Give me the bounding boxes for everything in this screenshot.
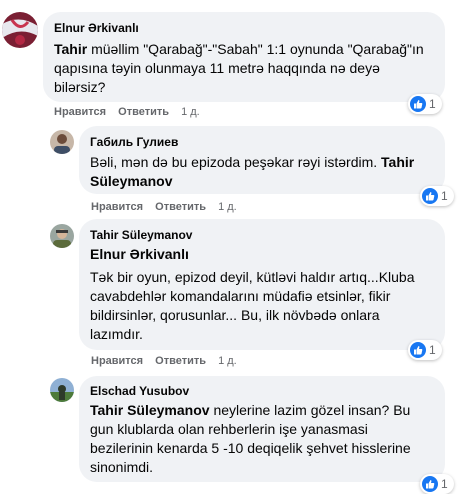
comment-bubble: Elnur Ərkivanlı Tahir müəllim "Qarabağ"-… <box>43 12 445 102</box>
comment-body: Bəli, mən də bu epizoda peşəkar rəyi ist… <box>90 154 382 170</box>
reply-button[interactable]: Ответить <box>155 355 206 367</box>
like-icon <box>422 476 438 492</box>
reaction-count: 1 <box>441 477 448 491</box>
avatar-image <box>50 224 74 248</box>
reply-button[interactable]: Ответить <box>155 201 206 213</box>
comment-text: Tahir Süleymanov neylerine lazim gözel i… <box>90 401 434 477</box>
like-icon <box>410 96 426 112</box>
reaction-count: 1 <box>441 189 448 203</box>
comment-bubble: Габиль Гулиев Bəli, mən də bu epizoda pe… <box>79 126 445 194</box>
like-icon <box>422 188 438 204</box>
timestamp[interactable]: 1 д. <box>218 355 237 367</box>
avatar[interactable] <box>50 224 74 248</box>
comment-author[interactable]: Tahir Süleymanov <box>90 227 434 243</box>
avatar-image <box>50 130 74 154</box>
mention-link[interactable]: Tahir <box>54 41 87 57</box>
comment-author[interactable]: Elschad Yusubov <box>90 383 434 399</box>
comment-actions: Нравится Ответить 1 д. <box>91 200 246 214</box>
comment-actions: Нравится Ответить 1 д. <box>54 105 209 119</box>
reaction-count: 1 <box>429 97 436 111</box>
comment-author[interactable]: Габиль Гулиев <box>90 134 434 150</box>
comment-body: müəllim "Qarabağ"-"Sabah" 1:1 oynunda "Q… <box>54 41 424 95</box>
avatar[interactable] <box>2 12 38 48</box>
like-button[interactable]: Нравится <box>54 106 106 118</box>
avatar-image <box>2 12 38 48</box>
comment-bubble: Tahir Süleymanov Elnur Ərkivanlı Tək bir… <box>79 219 445 350</box>
like-icon <box>410 342 426 358</box>
mention-link[interactable]: Elnur Ərkivanlı <box>90 245 434 264</box>
reaction-count: 1 <box>429 343 436 357</box>
reply-button[interactable]: Ответить <box>118 106 169 118</box>
comment-text: Tahir müəllim "Qarabağ"-"Sabah" 1:1 oynu… <box>54 40 434 97</box>
comment-actions: Нравится Ответить 1 д. <box>91 354 246 368</box>
timestamp[interactable]: 1 д. <box>181 106 200 118</box>
timestamp[interactable]: 1 д. <box>218 201 237 213</box>
avatar[interactable] <box>50 130 74 154</box>
comment-bubble: Elschad Yusubov Tahir Süleymanov neyleri… <box>79 376 445 482</box>
comment-author[interactable]: Elnur Ərkivanlı <box>54 20 434 36</box>
reaction-badge[interactable]: 1 <box>408 340 442 360</box>
like-button[interactable]: Нравится <box>91 355 143 367</box>
reaction-badge[interactable]: 1 <box>408 94 442 114</box>
avatar-image <box>50 378 74 402</box>
reaction-badge[interactable]: 1 <box>420 186 454 206</box>
mention-link[interactable]: Tahir Süleymanov <box>90 402 210 418</box>
comment-body: Tək bir oyun, epizod deyil, kütləvi hald… <box>90 269 415 342</box>
avatar[interactable] <box>50 378 74 402</box>
comment-text: Bəli, mən də bu epizoda peşəkar rəyi ist… <box>90 153 434 191</box>
like-button[interactable]: Нравится <box>91 201 143 213</box>
reaction-badge[interactable]: 1 <box>420 474 454 494</box>
